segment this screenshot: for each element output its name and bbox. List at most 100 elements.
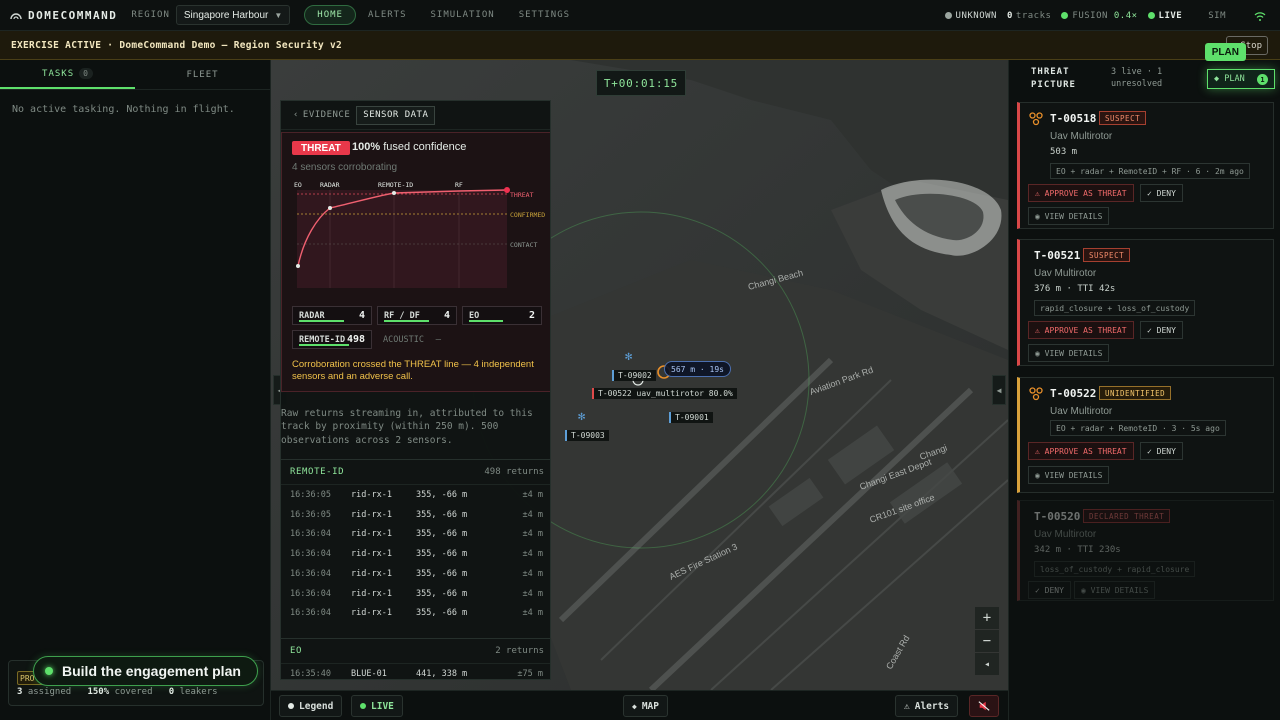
table-row[interactable]: 16:36:05 rid-rx-1 355, -66 m ±4 m (281, 485, 550, 505)
left-panel: TASKS 0 FLEET No active tasking. Nothing … (0, 60, 271, 720)
track-distance: 503 m (1050, 147, 1078, 157)
sensor-chip[interactable]: REMOTE-ID 498 (292, 330, 372, 349)
tasks-empty-state: No active tasking. Nothing in flight. (12, 104, 235, 115)
cell-acc: ±4 m (522, 529, 543, 540)
nav-tab-home[interactable]: HOME (304, 5, 356, 25)
sensor-count: 4 (358, 310, 365, 321)
threat-picture-title: THREAT PICTURE (1031, 67, 1076, 91)
brand[interactable]: DOMECOMMAND (10, 9, 117, 22)
threat-card[interactable]: T-00522 UNIDENTIFIED Uav Multirotor EO +… (1017, 377, 1274, 493)
tab-fleet[interactable]: FLEET (135, 60, 270, 89)
nav-tab-settings[interactable]: SETTINGS (507, 5, 582, 25)
compass-button[interactable]: ◂ (975, 653, 999, 675)
deny-button[interactable]: ✓ DENY (1028, 581, 1071, 599)
remote-id-section-header[interactable]: REMOTE-ID 498 returns (281, 459, 550, 485)
drone-icon (1029, 112, 1043, 126)
view-details-button[interactable]: ◉ VIEW DETAILS (1028, 466, 1110, 484)
table-row[interactable]: 16:36:05 rid-rx-1 355, -66 m ±4 m (281, 505, 550, 525)
threat-card[interactable]: T-00518 SUSPECT Uav Multirotor 503 m EO … (1017, 102, 1274, 229)
cell-acc: ±75 m (517, 669, 543, 679)
map-button[interactable]: ◆ MAP (623, 695, 668, 717)
cell-sensor: rid-rx-1 (351, 490, 392, 500)
alerts-button[interactable]: ⚠ Alerts (895, 695, 959, 717)
track-type: Uav Multirotor (1034, 268, 1097, 279)
table-row[interactable]: 16:36:04 rid-rx-1 355, -66 m ±4 m (281, 564, 550, 584)
table-row[interactable]: 16:36:04 rid-rx-1 355, -66 m ±4 m (281, 603, 550, 623)
chevron-down-icon: ▼ (274, 10, 283, 20)
track-type: Uav Multirotor (1050, 131, 1113, 142)
track-label-t00522[interactable]: T-00522 uav_multirotor 80.0% (592, 388, 737, 399)
threat-card[interactable]: T-00521 SUSPECT Uav Multirotor 376 m · T… (1017, 239, 1274, 366)
approve-threat-button[interactable]: ⚠ APPROVE AS THREAT (1028, 184, 1134, 202)
deny-button[interactable]: ✓ DENY (1140, 321, 1183, 339)
cell-pos: 441, 338 m (416, 669, 468, 679)
table-row[interactable]: 16:35:40 BLUE-01 441, 338 m ±75 m (281, 664, 550, 679)
nav-tab-simulation[interactable]: SIMULATION (419, 5, 507, 25)
sensor-count: — (435, 334, 441, 345)
track-sources: EO + radar + RemoteID + RF · 6 · 2m ago (1050, 163, 1250, 179)
track-type: Uav Multirotor (1050, 406, 1113, 417)
table-row[interactable]: 16:36:04 rid-rx-1 355, -66 m ±4 m (281, 544, 550, 564)
plan-highlight-label: PLAN (1204, 43, 1246, 61)
mute-icon (978, 701, 990, 711)
view-details-button[interactable]: ◉ VIEW DETAILS (1028, 207, 1110, 225)
track-distance: 376 m · TTI 42s (1034, 284, 1116, 294)
cell-time: 16:36:04 (290, 588, 331, 599)
threat-level-badge: THREAT (292, 141, 350, 155)
exercise-banner: EXERCISE ACTIVE · DomeCommand Demo — Reg… (0, 31, 1280, 60)
zoom-in-button[interactable]: + (975, 607, 999, 629)
track-distance: 342 m · TTI 230s (1034, 545, 1121, 555)
sensor-name: RADAR (299, 310, 325, 321)
range-tti-label: 567 m · 19s (664, 361, 731, 377)
view-details-button[interactable]: ◉ VIEW DETAILS (1074, 581, 1156, 599)
pulse-dot-icon (45, 667, 53, 675)
nav-tab-alerts[interactable]: ALERTS (356, 5, 419, 25)
status-bar: UNKNOWN 0 tracks FUSION 0.4× LIVE SIM (935, 0, 1266, 31)
sensor-name: ACOUSTIC (383, 334, 424, 345)
sensor-chip[interactable]: RADAR 4 (292, 306, 372, 325)
evidence-panel: ‹ EVIDENCE SENSOR DATA THREAT 100% fused … (280, 100, 551, 680)
cell-pos: 355, -66 m (416, 529, 468, 540)
sensor-strength-bar (299, 320, 344, 322)
mute-button[interactable] (969, 695, 999, 717)
zoom-out-button[interactable]: − (975, 630, 999, 652)
sim-toggle[interactable]: SIM (1208, 11, 1226, 21)
plan-count-badge: 1 (1257, 74, 1268, 85)
onboarding-tooltip[interactable]: Build the engagement plan (33, 656, 258, 686)
sensor-chip[interactable]: EO 2 (462, 306, 542, 325)
threat-card[interactable]: T-00520 DECLARED THREAT Uav Multirotor 3… (1017, 500, 1274, 601)
track-label-t09002[interactable]: T-09002 (612, 370, 656, 381)
track-label-t09003[interactable]: T-09003 (565, 430, 609, 441)
legend-button[interactable]: Legend (279, 695, 343, 717)
eo-section-header[interactable]: EO 2 returns (281, 638, 550, 664)
deny-button[interactable]: ✓ DENY (1140, 442, 1183, 460)
live-dot-icon (1147, 12, 1155, 19)
cell-time: 16:36:04 (290, 529, 331, 540)
live-button[interactable]: LIVE (351, 695, 403, 717)
sensor-chip[interactable]: RF / DF 4 (377, 306, 457, 325)
plan-button[interactable]: ◆ PLAN 1 (1207, 69, 1275, 89)
evidence-tabs: ‹ EVIDENCE SENSOR DATA (281, 101, 550, 130)
track-id: T-00520 (1034, 510, 1081, 523)
approve-threat-button[interactable]: ⚠ APPROVE AS THREAT (1028, 321, 1134, 339)
table-row[interactable]: 16:36:04 rid-rx-1 355, -66 m ±4 m (281, 584, 550, 604)
tab-sensor-data[interactable]: SENSOR DATA (356, 105, 436, 125)
track-id: T-00521 (1034, 249, 1081, 262)
deny-button[interactable]: ✓ DENY (1140, 184, 1183, 202)
svg-text:✻: ✻ (578, 409, 585, 423)
region-select[interactable]: Singapore Harbour ▼ (175, 5, 291, 25)
live-status[interactable]: LIVE (1147, 11, 1183, 21)
approve-threat-button[interactable]: ⚠ APPROVE AS THREAT (1028, 442, 1134, 460)
sensor-name: REMOTE-ID (299, 334, 346, 345)
sensor-chip[interactable]: ACOUSTIC — (377, 330, 447, 349)
track-label-t09001[interactable]: T-09001 (669, 412, 713, 423)
wifi-icon (1254, 11, 1266, 21)
collapse-right-button[interactable]: ◀ (992, 375, 1006, 405)
signal-icon[interactable] (1254, 11, 1266, 21)
table-row[interactable]: 16:36:04 rid-rx-1 355, -66 m ±4 m (281, 524, 550, 544)
tab-tasks[interactable]: TASKS 0 (0, 60, 135, 89)
track-sources: rapid_closure + loss_of_custody (1034, 300, 1196, 316)
tab-evidence[interactable]: ‹ EVIDENCE (287, 106, 356, 125)
view-details-button[interactable]: ◉ VIEW DETAILS (1028, 344, 1110, 362)
svg-text:✻: ✻ (625, 349, 632, 363)
